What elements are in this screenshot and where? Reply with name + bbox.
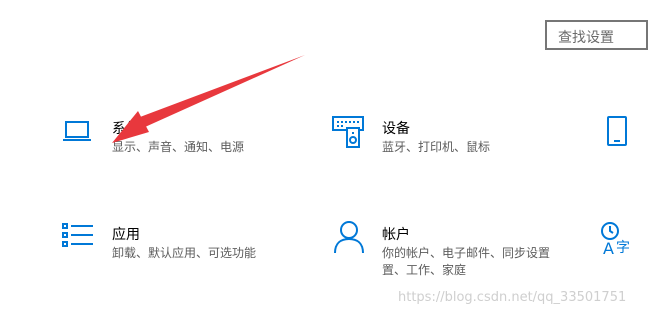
watermark: https://blog.csdn.net/qq_33501751 xyxy=(398,290,627,305)
annotation-arrow xyxy=(112,55,305,143)
